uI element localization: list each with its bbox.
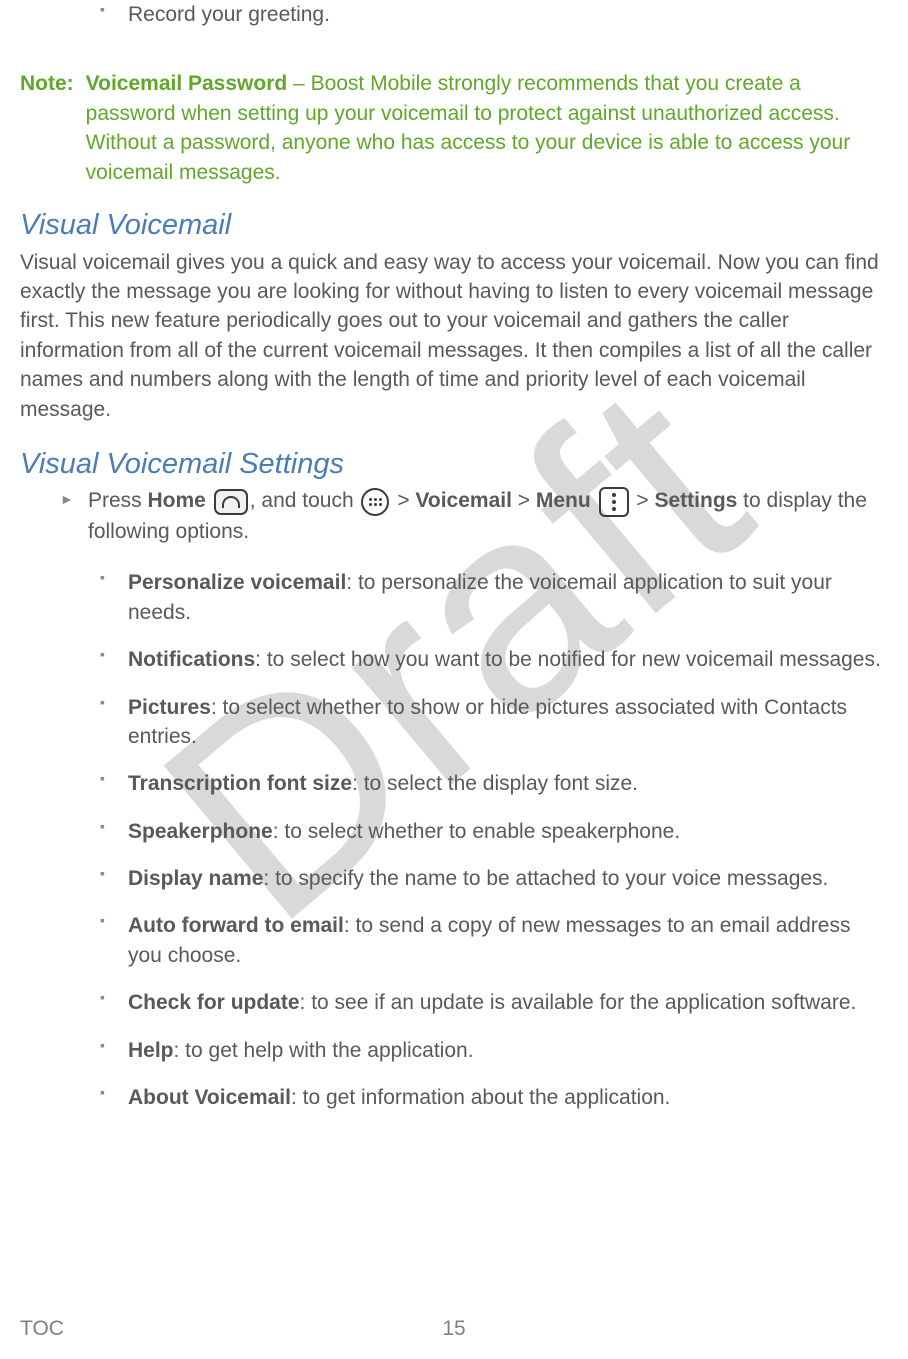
intro-p1: Press bbox=[88, 489, 148, 512]
apps-icon bbox=[361, 488, 389, 516]
opt-name: Check for update bbox=[128, 991, 300, 1014]
intro-voicemail: Voicemail bbox=[415, 489, 512, 512]
list-item: Speakerphone: to select whether to enabl… bbox=[128, 817, 888, 846]
opt-desc: : to see if an update is available for t… bbox=[300, 991, 857, 1014]
toc-link[interactable]: TOC bbox=[20, 1314, 64, 1343]
opt-name: Notifications bbox=[128, 648, 255, 671]
settings-intro: Press Home , and touch > Voicemail > Men… bbox=[88, 486, 888, 546]
menu-icon bbox=[599, 487, 629, 517]
intro-gt3: > bbox=[636, 489, 654, 512]
list-item: Help: to get help with the application. bbox=[128, 1036, 888, 1065]
heading-visual-voicemail-settings: Visual Voicemail Settings bbox=[20, 444, 888, 485]
intro-home: Home bbox=[148, 489, 206, 512]
list-item: About Voicemail: to get information abou… bbox=[128, 1083, 888, 1112]
opt-name: Display name bbox=[128, 867, 263, 890]
opt-desc: : to get information about the applicati… bbox=[291, 1086, 670, 1109]
intro-p2: , and touch bbox=[250, 489, 360, 512]
heading-visual-voicemail: Visual Voicemail bbox=[20, 205, 888, 246]
note-label: Note: bbox=[20, 69, 74, 187]
intro-gt2: > bbox=[512, 489, 536, 512]
opt-desc: : to get help with the application. bbox=[174, 1039, 474, 1062]
opt-desc: : to select whether to show or hide pict… bbox=[128, 696, 847, 748]
opt-name: Speakerphone bbox=[128, 820, 273, 843]
note-title: Voicemail Password bbox=[86, 72, 288, 95]
intro-gt1: > bbox=[397, 489, 415, 512]
page-number: 15 bbox=[442, 1314, 465, 1343]
opt-name: Personalize voicemail bbox=[128, 571, 346, 594]
options-list: Personalize voicemail: to personalize th… bbox=[128, 568, 888, 1112]
list-item: Personalize voicemail: to personalize th… bbox=[128, 568, 888, 627]
intro-menu: Menu bbox=[536, 489, 591, 512]
list-item: Pictures: to select whether to show or h… bbox=[128, 693, 888, 752]
note-sep: – bbox=[287, 72, 310, 95]
home-icon bbox=[214, 489, 248, 515]
intro-settings: Settings bbox=[654, 489, 737, 512]
opt-desc: : to select how you want to be notified … bbox=[255, 648, 881, 671]
record-greeting-item: Record your greeting. bbox=[128, 0, 888, 29]
opt-desc: : to specify the name to be attached to … bbox=[263, 867, 828, 890]
list-item: Notifications: to select how you want to… bbox=[128, 645, 888, 674]
opt-desc: : to select whether to enable speakerpho… bbox=[273, 820, 680, 843]
opt-name: Pictures bbox=[128, 696, 211, 719]
note-body: Voicemail Password – Boost Mobile strong… bbox=[86, 69, 888, 187]
list-item: Display name: to specify the name to be … bbox=[128, 864, 888, 893]
list-item: Auto forward to email: to send a copy of… bbox=[128, 911, 888, 970]
opt-name: About Voicemail bbox=[128, 1086, 291, 1109]
page-footer: TOC 15 bbox=[20, 1314, 888, 1343]
page-content: Record your greeting. Note: Voicemail Pa… bbox=[20, 0, 888, 1112]
opt-desc: : to select the display font size. bbox=[352, 772, 638, 795]
opt-name: Auto forward to email bbox=[128, 914, 344, 937]
note-block: Note: Voicemail Password – Boost Mobile … bbox=[20, 69, 888, 187]
opt-name: Help bbox=[128, 1039, 174, 1062]
opt-name: Transcription font size bbox=[128, 772, 352, 795]
visual-voicemail-para: Visual voicemail gives you a quick and e… bbox=[20, 248, 888, 424]
list-item: Check for update: to see if an update is… bbox=[128, 988, 888, 1017]
list-item: Transcription font size: to select the d… bbox=[128, 769, 888, 798]
